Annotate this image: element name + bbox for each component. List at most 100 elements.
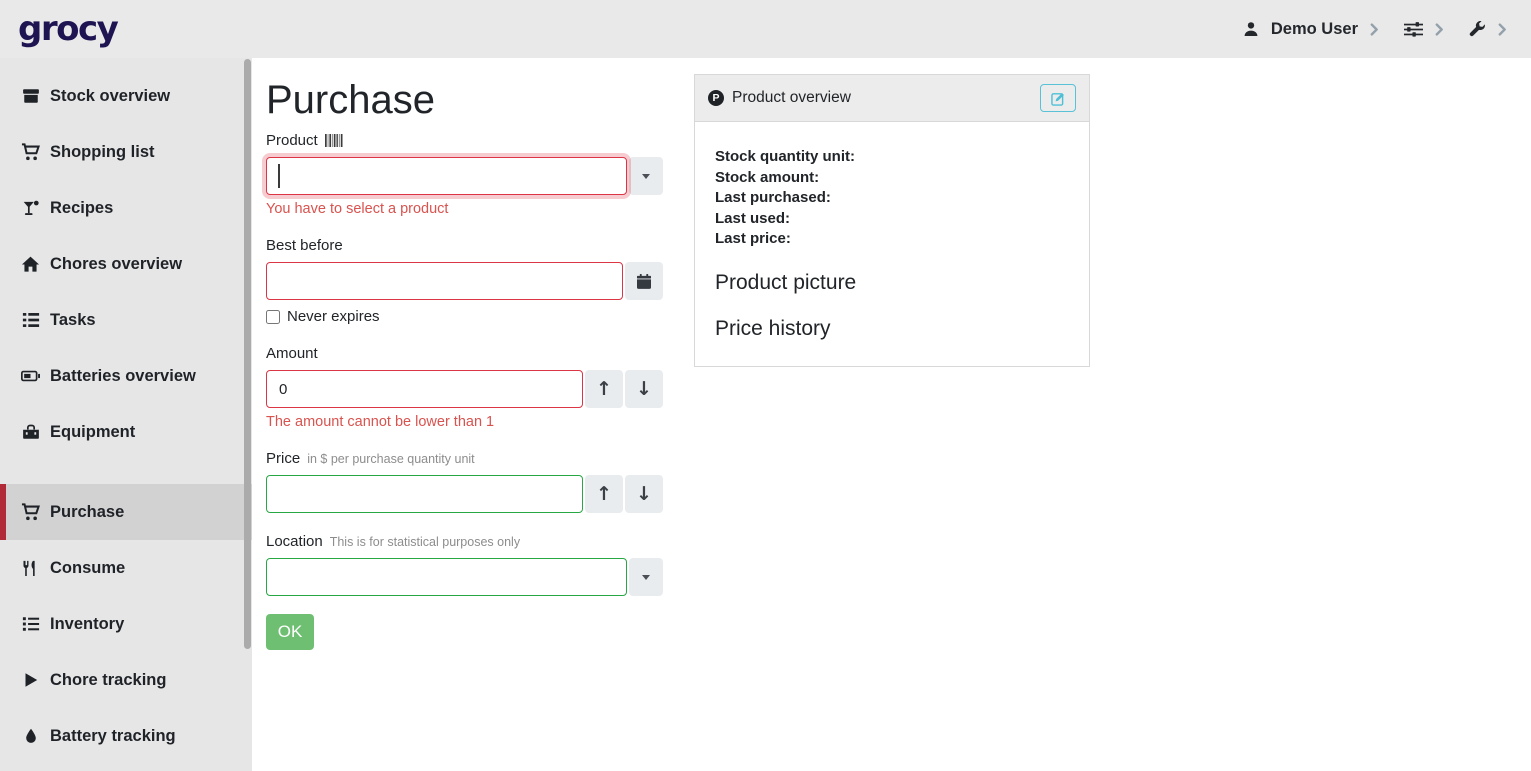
sidebar: Stock overview Shopping list Recipes Cho… [0,58,252,771]
location-select[interactable] [266,558,627,596]
chevron-down-icon [642,174,650,179]
best-before-group: Best before Never expires [266,237,663,325]
product-input[interactable] [266,157,627,195]
stock-quantity-unit-field: Stock quantity unit: [715,147,1069,168]
sidebar-item-label: Chores overview [50,255,182,274]
sliders-icon [1404,22,1423,37]
amount-group: Amount ↑ ↓ The amount cannot be lower th… [266,345,663,430]
sidebar-item-label: Batteries overview [50,367,196,386]
wrench-icon [1469,21,1486,38]
sidebar-divider [0,460,252,484]
amount-input[interactable] [266,370,583,408]
location-group: Location This is for statistical purpose… [266,533,663,596]
stock-amount-field: Stock amount: [715,168,1069,189]
price-input[interactable] [266,475,583,513]
sidebar-item-shopping-list[interactable]: Shopping list [0,124,252,180]
location-label: Location [266,533,323,550]
sidebar-item-equipment[interactable]: Equipment [0,404,252,460]
chevron-right-icon [1498,23,1507,36]
user-name: Demo User [1271,20,1358,39]
box-icon [21,87,40,106]
product-icon: P [708,90,724,106]
sidebar-item-chores-overview[interactable]: Chores overview [0,236,252,292]
purchase-form: Purchase Product You have to select a pr… [266,68,663,650]
chevron-right-icon [1435,23,1444,36]
sidebar-item-inventory[interactable]: Inventory [0,596,252,652]
product-group: Product You have to select a product [266,132,663,217]
chevron-right-icon [1370,23,1379,36]
sidebar-item-recipes[interactable]: Recipes [0,180,252,236]
never-expires-checkbox[interactable] [266,310,280,324]
product-picture-heading: Product picture [715,269,1069,296]
barcode-icon [325,134,345,147]
price-label: Price [266,450,300,467]
home-icon [21,255,40,274]
admin-menu[interactable] [1469,21,1507,38]
amount-increment-button[interactable]: ↑ [585,370,623,408]
price-group: Price in $ per purchase quantity unit ↑ … [266,450,663,513]
location-hint: This is for statistical purposes only [330,535,520,549]
page-title: Purchase [266,76,663,124]
best-before-label: Best before [266,237,343,254]
sidebar-item-label: Recipes [50,199,113,218]
price-increment-button[interactable]: ↑ [585,475,623,513]
topbar-menu: Demo User [1231,20,1507,39]
last-price-field: Last price: [715,229,1069,250]
amount-decrement-button[interactable]: ↓ [625,370,663,408]
product-dropdown-button[interactable] [629,157,663,195]
product-overview-card: P Product overview Stock quantity unit: … [694,74,1090,367]
edit-product-button[interactable] [1040,84,1076,112]
product-overview-title: Product overview [732,89,851,107]
play-icon [21,671,40,690]
sidebar-item-label: Battery tracking [50,727,176,746]
amount-error: The amount cannot be lower than 1 [266,414,663,430]
topbar: grocy Demo User [0,0,1531,58]
product-overview-body: Stock quantity unit: Stock amount: Last … [695,122,1089,366]
settings-menu[interactable] [1404,22,1444,37]
best-before-input[interactable] [266,262,623,300]
sidebar-item-batteries-overview[interactable]: Batteries overview [0,348,252,404]
text-cursor [278,164,280,188]
sidebar-item-label: Stock overview [50,87,170,106]
user-menu[interactable]: Demo User [1243,20,1379,39]
sidebar-item-label: Inventory [50,615,124,634]
calendar-button[interactable] [625,262,663,300]
sidebar-item-label: Equipment [50,423,135,442]
list-icon [21,615,40,634]
last-purchased-field: Last purchased: [715,188,1069,209]
drop-icon [21,727,40,746]
sidebar-item-consume[interactable]: Consume [0,540,252,596]
price-hint: in $ per purchase quantity unit [307,452,474,466]
grocy-logo[interactable]: grocy [18,9,117,49]
sidebar-item-tasks[interactable]: Tasks [0,292,252,348]
product-error: You have to select a product [266,201,663,217]
main-content: Purchase Product You have to select a pr… [252,58,1531,771]
product-overview-header: P Product overview [695,75,1089,122]
edit-icon [1051,91,1066,106]
price-decrement-button[interactable]: ↓ [625,475,663,513]
sidebar-item-label: Tasks [50,311,96,330]
product-label: Product [266,132,318,149]
battery-icon [21,367,40,386]
calendar-icon [637,274,651,289]
last-used-field: Last used: [715,209,1069,230]
cart-icon [21,503,40,522]
never-expires-label: Never expires [287,308,380,325]
chevron-down-icon [642,575,650,580]
ok-button[interactable]: OK [266,614,314,650]
tasks-icon [21,311,40,330]
location-dropdown-button[interactable] [629,558,663,596]
sidebar-item-label: Consume [50,559,125,578]
toolbox-icon [21,423,40,442]
sidebar-item-stock-overview[interactable]: Stock overview [0,68,252,124]
arrow-up-icon: ↑ [596,380,612,399]
sidebar-item-chore-tracking[interactable]: Chore tracking [0,652,252,708]
sidebar-item-label: Purchase [50,503,124,522]
sidebar-scrollbar[interactable] [244,59,251,649]
utensils-icon [21,559,40,578]
sidebar-item-label: Chore tracking [50,671,166,690]
cart-icon [21,143,40,162]
arrow-down-icon: ↓ [636,485,652,504]
sidebar-item-purchase[interactable]: Purchase [0,484,252,540]
sidebar-item-battery-tracking[interactable]: Battery tracking [0,708,252,764]
